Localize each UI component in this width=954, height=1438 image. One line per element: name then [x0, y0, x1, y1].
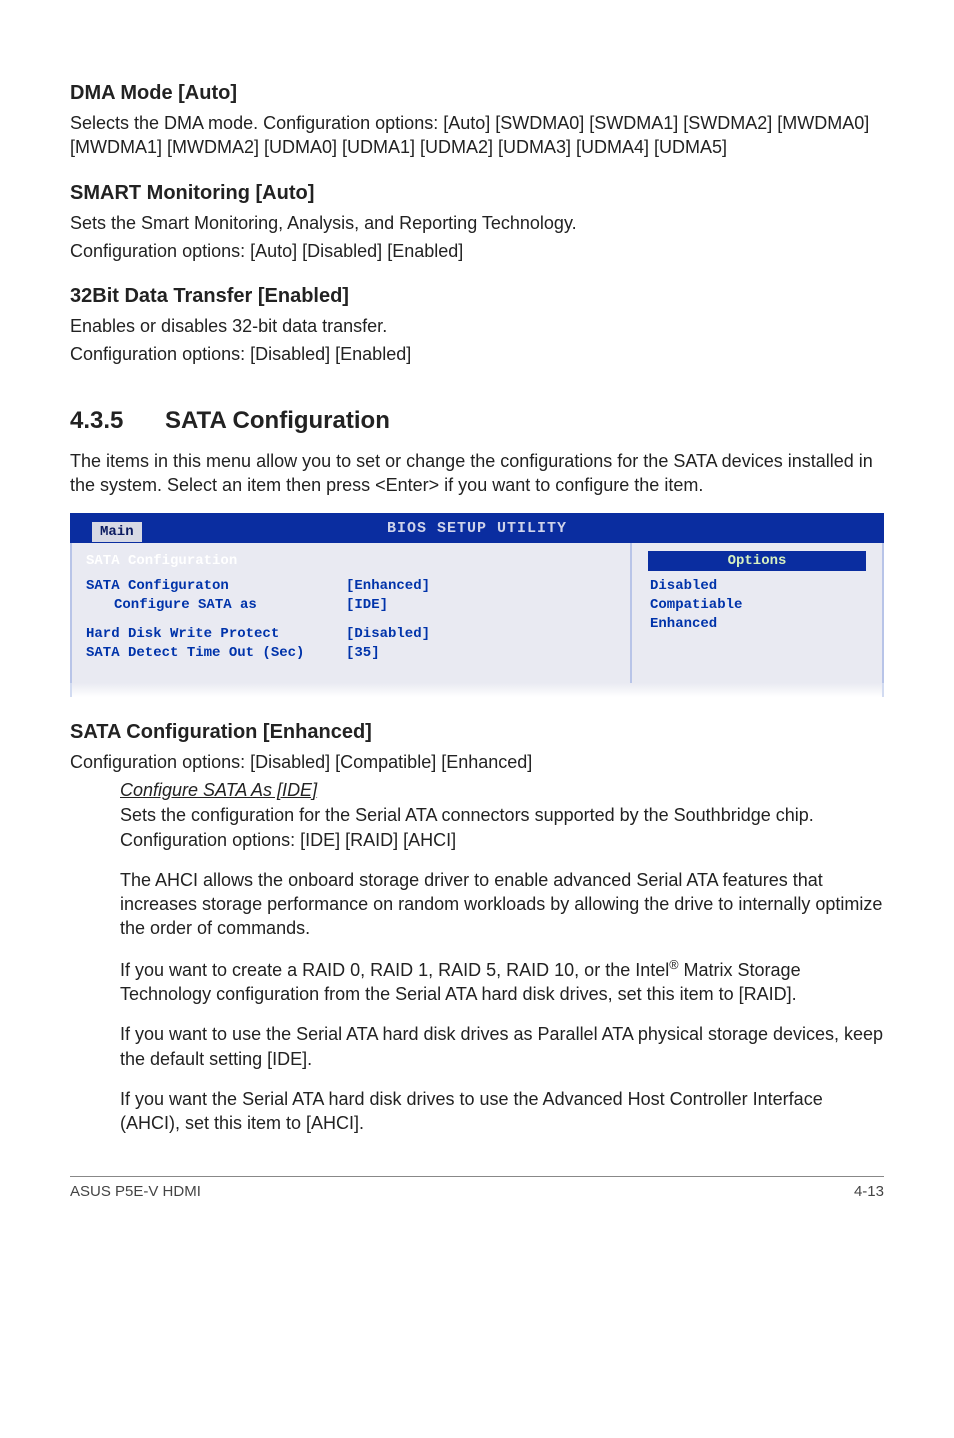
page-footer: ASUS P5E-V HDMI 4-13 [70, 1176, 884, 1200]
text-transfer-line2: Configuration options: [Disabled] [Enabl… [70, 342, 884, 366]
bios-row: SATA Configuraton[Enhanced] [86, 577, 616, 596]
text-smart-line2: Configuration options: [Auto] [Disabled]… [70, 239, 884, 263]
bios-right-panel: Options DisabledCompatiableEnhanced [632, 543, 882, 683]
bios-panel-header: SATA Configuration [86, 551, 616, 577]
bios-row-value: [IDE] [346, 596, 616, 615]
bios-row: SATA Detect Time Out (Sec)[35] [86, 644, 616, 663]
bios-titlebar: BIOS SETUP UTILITY Main [70, 513, 884, 543]
heading-configure-sata-as: Configure SATA As [IDE] [120, 780, 317, 801]
text-config-sata-p3: If you want to create a RAID 0, RAID 1, … [120, 957, 884, 1007]
footer-right: 4-13 [854, 1183, 884, 1200]
bios-row-value: [Disabled] [346, 625, 616, 644]
bios-option-item: Disabled [644, 577, 870, 596]
bios-tab-main: Main [92, 522, 142, 542]
registered-symbol: ® [669, 958, 678, 972]
bios-row-label: Hard Disk Write Protect [86, 625, 346, 644]
bios-option-item: Enhanced [644, 615, 870, 634]
text-sata-intro: The items in this menu allow you to set … [70, 449, 884, 498]
bios-row: Hard Disk Write Protect[Disabled] [86, 625, 616, 644]
text-sata-config-options: Configuration options: [Disabled] [Compa… [70, 750, 884, 774]
text-config-sata-p4: If you want to use the Serial ATA hard d… [120, 1022, 884, 1071]
text-dma-mode: Selects the DMA mode. Configuration opti… [70, 111, 884, 160]
text-config-sata-p5: If you want the Serial ATA hard disk dri… [120, 1087, 884, 1136]
heading-32bit-transfer: 32Bit Data Transfer [Enabled] [70, 285, 884, 308]
heading-dma-mode: DMA Mode [Auto] [70, 82, 884, 105]
bios-row-gap [86, 615, 616, 625]
text-smart-line1: Sets the Smart Monitoring, Analysis, and… [70, 211, 884, 235]
bios-row-value: [35] [346, 644, 616, 663]
text-p3a: If you want to create a RAID 0, RAID 1, … [120, 960, 669, 980]
bios-options-header: Options [648, 551, 866, 571]
text-config-sata-p1: Sets the configuration for the Serial AT… [120, 803, 884, 852]
bios-row-label: Configure SATA as [86, 596, 346, 615]
text-config-sata-p2: The AHCI allows the onboard storage driv… [120, 868, 884, 941]
bios-title: BIOS SETUP UTILITY [387, 520, 567, 537]
bios-fade [70, 683, 884, 697]
bios-row-label: SATA Configuraton [86, 577, 346, 596]
bios-row: Configure SATA as[IDE] [86, 596, 616, 615]
bios-option-item: Compatiable [644, 596, 870, 615]
heading-sata-configuration-section: 4.3.5SATA Configuration [70, 407, 884, 435]
text-transfer-line1: Enables or disables 32-bit data transfer… [70, 314, 884, 338]
bios-row-value: [Enhanced] [346, 577, 616, 596]
bios-screenshot: BIOS SETUP UTILITY Main SATA Configurati… [70, 513, 884, 697]
footer-left: ASUS P5E-V HDMI [70, 1183, 201, 1200]
heading-smart-monitoring: SMART Monitoring [Auto] [70, 182, 884, 205]
configure-sata-block: Configure SATA As [IDE] Sets the configu… [120, 780, 884, 1135]
section-title: SATA Configuration [165, 407, 390, 434]
bios-row-label: SATA Detect Time Out (Sec) [86, 644, 346, 663]
bios-left-panel: SATA Configuration SATA Configuraton[Enh… [72, 543, 632, 683]
section-number: 4.3.5 [70, 407, 165, 435]
heading-sata-config-enhanced: SATA Configuration [Enhanced] [70, 721, 884, 744]
